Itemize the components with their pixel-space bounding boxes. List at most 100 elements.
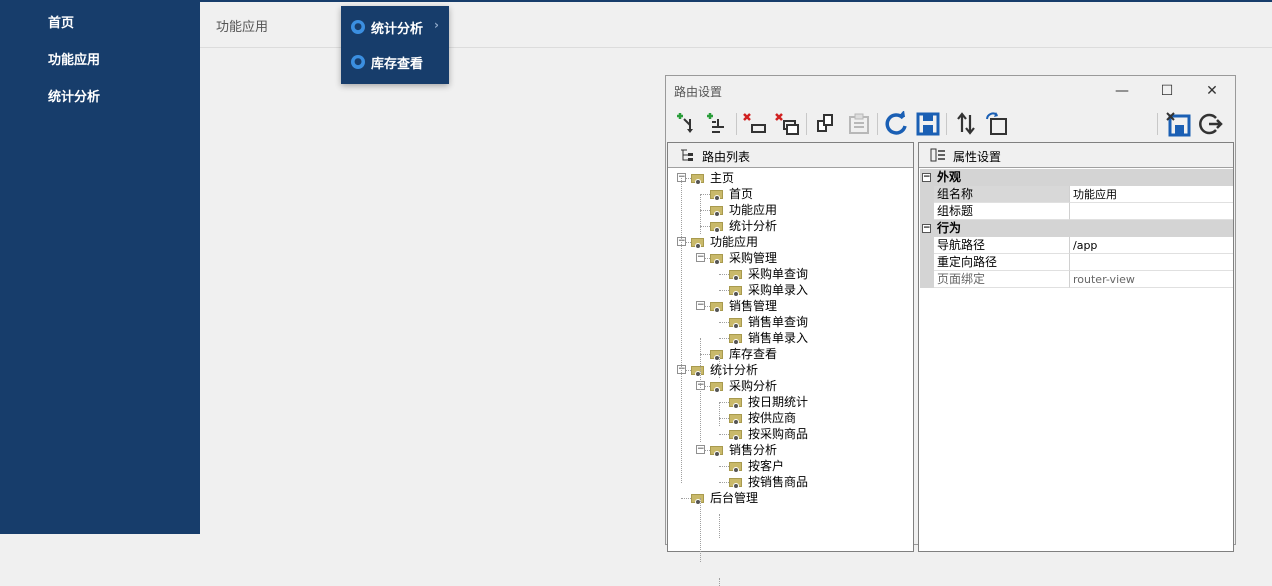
tree-line: [719, 402, 720, 426]
tree-node[interactable]: 销售管理: [710, 298, 777, 314]
sort-icon[interactable]: [953, 111, 979, 137]
folder-icon: [691, 365, 706, 377]
property-row[interactable]: 导航路径 /app: [920, 237, 1233, 254]
paste-icon[interactable]: [846, 111, 872, 137]
property-title: 属性设置: [953, 150, 1002, 164]
menu-item-statistics[interactable]: ● 统计分析 ›: [341, 11, 449, 43]
tree-line: [719, 322, 729, 323]
tree-node-label: 销售分析: [729, 443, 778, 457]
tree-node-label: 主页: [710, 171, 735, 185]
collapse-icon[interactable]: −: [922, 173, 931, 182]
save-close-icon[interactable]: [1165, 111, 1191, 137]
folder-icon: [710, 205, 725, 217]
top-border: [200, 0, 1272, 2]
category-behavior[interactable]: − 行为: [920, 220, 1233, 237]
add-node-icon[interactable]: [674, 111, 700, 137]
property-value[interactable]: router-view: [1069, 271, 1233, 288]
breadcrumb[interactable]: 功能应用: [216, 16, 268, 35]
category-appearance[interactable]: − 外观: [920, 169, 1233, 186]
tree-node[interactable]: 按采购商品: [729, 426, 808, 442]
folder-icon: [710, 301, 725, 313]
tree-node[interactable]: 销售分析: [710, 442, 777, 458]
property-value[interactable]: /app: [1069, 237, 1233, 254]
sidebar-item-home[interactable]: 首页: [48, 12, 74, 31]
tree-line: [719, 466, 729, 467]
tree-line: [719, 274, 729, 275]
tree-node[interactable]: 功能应用: [691, 234, 758, 250]
tree-node[interactable]: 采购单查询: [729, 266, 808, 282]
collapse-icon[interactable]: −: [696, 445, 705, 454]
tree-node-label: 功能应用: [710, 235, 759, 249]
toolbar-separator: [806, 113, 807, 135]
collapse-icon[interactable]: −: [696, 301, 705, 310]
collapse-icon[interactable]: −: [922, 224, 931, 233]
window-title: 路由设置: [674, 85, 723, 99]
exit-icon[interactable]: [1197, 111, 1223, 137]
copy-icon[interactable]: [814, 111, 840, 137]
toolbar-separator: [1157, 113, 1158, 135]
add-child-icon[interactable]: [704, 111, 730, 137]
property-row[interactable]: 组名称 功能应用: [920, 186, 1233, 203]
export-icon[interactable]: [985, 111, 1011, 137]
save-icon[interactable]: [915, 111, 941, 137]
tree-node[interactable]: 首页: [710, 186, 753, 202]
folder-icon: [729, 317, 744, 329]
tree-node[interactable]: 库存查看: [710, 346, 777, 362]
tree-line: [719, 482, 729, 483]
property-header: 属性设置: [919, 143, 1233, 168]
tree-node[interactable]: 功能应用: [710, 202, 777, 218]
tree-line: [719, 514, 720, 538]
tree-node[interactable]: 按销售商品: [729, 474, 808, 490]
tree-node-label: 销售单查询: [748, 315, 809, 329]
tree-node[interactable]: 采购分析: [710, 378, 777, 394]
tree-line: [700, 194, 701, 234]
tree-node-label: 采购单查询: [748, 267, 809, 281]
sidebar-item-statistics[interactable]: 统计分析: [48, 86, 100, 105]
tree-node[interactable]: 采购单录入: [729, 282, 808, 298]
toolbar: [666, 108, 1235, 140]
menu-item-inventory[interactable]: ● 库存查看: [341, 46, 449, 78]
menu-item-label: 统计分析: [371, 22, 424, 37]
toolbar-separator: [736, 113, 737, 135]
property-value[interactable]: [1069, 254, 1233, 271]
tree-node[interactable]: 销售单录入: [729, 330, 808, 346]
maximize-button[interactable]: ☐: [1153, 79, 1181, 103]
sidebar-item-features[interactable]: 功能应用: [48, 49, 100, 68]
tree-line: [700, 194, 710, 195]
property-value[interactable]: 功能应用: [1069, 186, 1233, 203]
tree-node[interactable]: 采购管理: [710, 250, 777, 266]
property-value[interactable]: [1069, 203, 1233, 220]
collapse-icon[interactable]: −: [696, 253, 705, 262]
tree-node[interactable]: 按客户: [729, 458, 784, 474]
route-list-pane: 路由列表 主页 − 首页 功能应用 统计分析 功能应用 − 采购管理 − 采购单查询 采购单录入 销售…: [667, 142, 914, 586]
tree-node[interactable]: 后台管理: [691, 490, 758, 506]
tree-node-label: 库存查看: [729, 347, 778, 361]
tree-node[interactable]: 统计分析: [710, 218, 777, 234]
tree-node[interactable]: 统计分析: [691, 362, 758, 378]
tree-node[interactable]: 按日期统计: [729, 394, 808, 410]
tree-node-label: 统计分析: [729, 219, 778, 233]
toolbar-separator: [877, 113, 878, 135]
route-settings-window: 路由设置 — ☐ ✕ 路由列表 主页 − 首页 功能应用 统计分析 功能应用 − 采购管理 − 采…: [665, 75, 1236, 586]
route-list-title: 路由列表: [702, 150, 751, 164]
property-row[interactable]: 组标题: [920, 203, 1233, 220]
delete-node-icon[interactable]: [742, 111, 768, 137]
folder-icon: [729, 269, 744, 281]
tree-node[interactable]: 按供应商: [729, 410, 796, 426]
tree-node-label: 销售单录入: [748, 331, 809, 345]
tree-icon: [681, 149, 693, 161]
folder-icon: [710, 381, 725, 393]
users-icon: ●: [351, 20, 365, 34]
property-row[interactable]: 页面绑定 router-view: [920, 271, 1233, 288]
delete-all-icon[interactable]: [774, 111, 800, 137]
sidebar: 首页 功能应用 统计分析: [0, 0, 200, 534]
menu-item-label: 库存查看: [371, 57, 424, 72]
tree-node-label: 功能应用: [729, 203, 778, 217]
refresh-icon[interactable]: [883, 111, 909, 137]
tree-node[interactable]: 销售单查询: [729, 314, 808, 330]
close-button[interactable]: ✕: [1198, 79, 1226, 103]
property-row[interactable]: 重定向路径: [920, 254, 1233, 271]
minimize-button[interactable]: —: [1108, 79, 1136, 103]
tree-line: [719, 418, 729, 419]
tree-node[interactable]: 主页: [691, 170, 734, 186]
